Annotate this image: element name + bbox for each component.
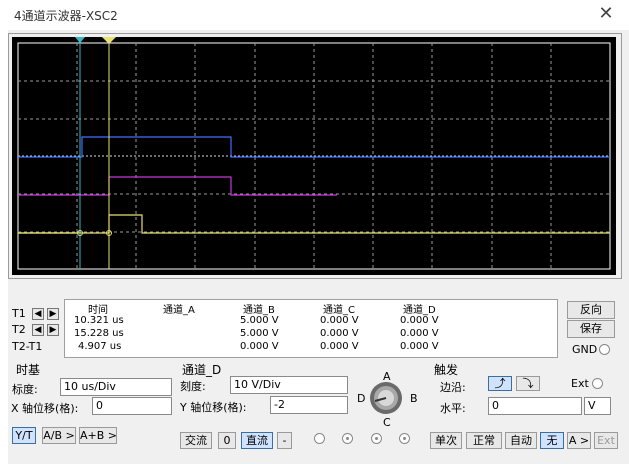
- x-position-label: X 轴位移(格):: [11, 402, 79, 415]
- t1-label: T1: [12, 307, 26, 320]
- readout-t2-time: 15.228 us: [74, 328, 124, 339]
- y-position-input[interactable]: -2: [270, 396, 348, 414]
- trigger-a-button[interactable]: A >: [567, 432, 591, 449]
- knob-label-b: B: [410, 392, 418, 405]
- t1-right-arrow-icon[interactable]: ▶: [47, 308, 59, 320]
- x-position-input[interactable]: 0: [92, 397, 172, 415]
- trigger-single-button[interactable]: 单次: [430, 432, 462, 449]
- trigger-title: 触发: [434, 363, 459, 377]
- knob-icon: [370, 382, 402, 414]
- trigger-auto-button[interactable]: 自动: [505, 432, 537, 449]
- knob-label-d: D: [357, 392, 366, 405]
- readout-header-time: 时间: [88, 305, 108, 316]
- readout-header-d: 通道_D: [403, 305, 436, 316]
- left-strip: [0, 30, 8, 464]
- t2t1-label: T2-T1: [12, 340, 43, 353]
- window-title: 4通道示波器-XSC2: [14, 9, 118, 23]
- t2-right-arrow-icon[interactable]: ▶: [47, 324, 59, 336]
- mode-ab-button[interactable]: A/B >: [42, 427, 76, 444]
- readout-diff-c: 0.000 V: [320, 341, 359, 352]
- readout-table: [64, 299, 558, 358]
- level-unit[interactable]: V: [584, 397, 611, 415]
- trigger-ext-button[interactable]: Ext: [594, 432, 618, 449]
- channel-c-radio[interactable]: [371, 433, 382, 444]
- channel-scale-input[interactable]: 10 V/Div: [230, 376, 348, 394]
- readout-diff-b: 0.000 V: [240, 341, 279, 352]
- readout-header-b: 通道_B: [243, 305, 275, 316]
- readout-diff-time: 4.907 us: [78, 341, 122, 352]
- coupling-zero-button[interactable]: 0: [218, 432, 236, 449]
- knob-label-c: C: [383, 416, 391, 429]
- timebase-title: 时基: [16, 363, 41, 377]
- level-label: 水平:: [440, 402, 466, 415]
- ext-label: Ext: [571, 377, 589, 390]
- level-input[interactable]: 0: [488, 397, 582, 415]
- t1-left-arrow-icon[interactable]: ◀: [32, 308, 44, 320]
- readout-t2-b: 5.000 V: [240, 328, 279, 339]
- channel-d-radio[interactable]: [399, 433, 410, 444]
- save-button[interactable]: 保存: [567, 320, 615, 338]
- mode-yt-button[interactable]: Y/T: [12, 427, 36, 444]
- ext-radio[interactable]: [592, 378, 603, 389]
- channel-b-radio[interactable]: [342, 433, 353, 444]
- gnd-radio[interactable]: [599, 344, 610, 355]
- channel-title: 通道_D: [182, 363, 222, 377]
- trigger-none-button[interactable]: 无: [540, 432, 564, 449]
- edge-label: 边沿:: [440, 381, 466, 394]
- readout-t1-d: 0.000 V: [400, 315, 439, 326]
- readout-t1-b: 5.000 V: [240, 315, 279, 326]
- reverse-button[interactable]: 反向: [567, 301, 615, 319]
- readout-t2-c: 0.000 V: [320, 328, 359, 339]
- gnd-label: GND: [572, 343, 598, 356]
- readout-diff-d: 0.000 V: [400, 341, 439, 352]
- mode-apb-button[interactable]: A+B >: [79, 427, 117, 444]
- channel-select-knob[interactable]: [369, 381, 403, 415]
- y-position-label: Y 轴位移(格):: [180, 401, 247, 414]
- edge-rising-icon[interactable]: ⤴: [488, 376, 512, 391]
- scope-screen[interactable]: [12, 37, 616, 275]
- timebase-scale-label: 标度:: [12, 383, 38, 396]
- edge-falling-icon[interactable]: ⤵: [516, 376, 540, 391]
- trace-c-magenta: [18, 176, 337, 196]
- t2-left-arrow-icon[interactable]: ◀: [32, 324, 44, 336]
- readout-header-a: 通道_A: [163, 305, 195, 316]
- close-icon[interactable]: ✕: [596, 4, 616, 24]
- readout-header-c: 通道_C: [323, 305, 355, 316]
- readout-t1-c: 0.000 V: [320, 315, 359, 326]
- channel-a-radio[interactable]: [314, 433, 325, 444]
- scope-graticule: [17, 37, 611, 270]
- trigger-normal-button[interactable]: 正常: [466, 432, 502, 449]
- channel-scale-label: 刻度:: [180, 380, 206, 393]
- coupling-minus-button[interactable]: -: [277, 432, 292, 449]
- coupling-ac-button[interactable]: 交流: [180, 432, 212, 449]
- cursor-t1-marker: [75, 37, 85, 43]
- readout-t1-time: 10.321 us: [74, 315, 124, 326]
- t2-label: T2: [12, 323, 26, 336]
- coupling-dc-button[interactable]: 直流: [241, 432, 273, 449]
- readout-t2-d: 0.000 V: [400, 328, 439, 339]
- timebase-scale-input[interactable]: 10 us/Div: [60, 378, 172, 396]
